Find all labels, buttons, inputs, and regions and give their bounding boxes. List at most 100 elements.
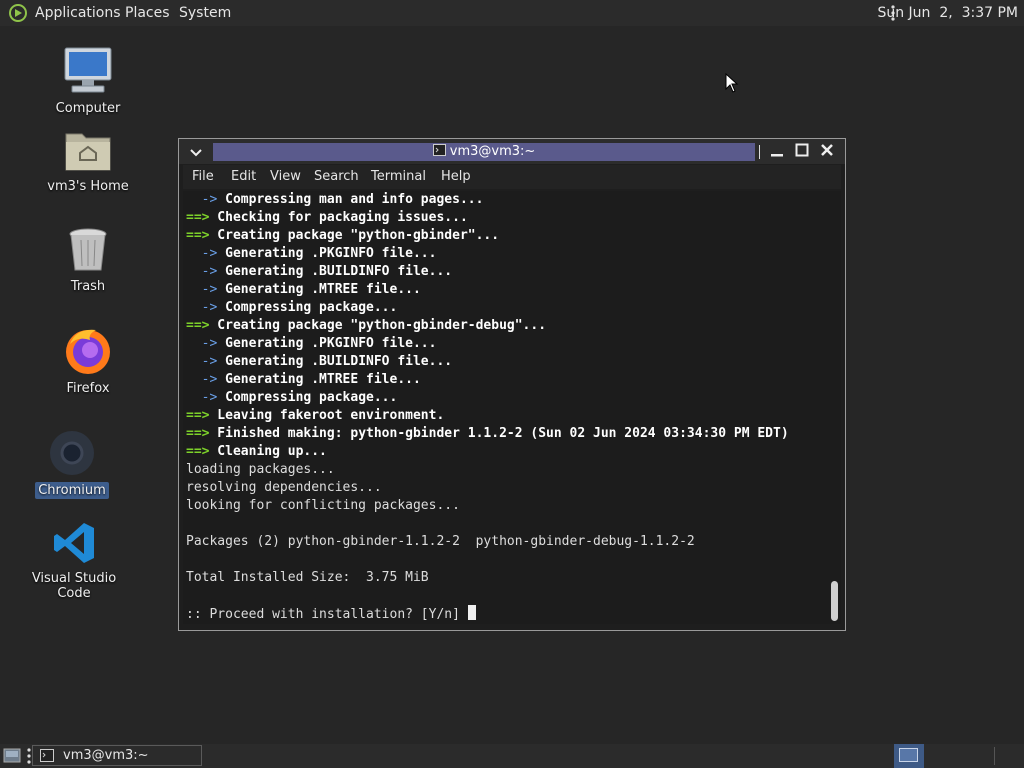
terminal-text: loading packages... [186, 462, 335, 477]
terminal-prefix: -> [186, 372, 218, 387]
desktop-icon-trash[interactable]: Trash [40, 226, 136, 295]
close-button[interactable] [816, 141, 838, 163]
chromium-icon [50, 431, 94, 475]
terminal-line: Total Installed Size: 3.75 MiB [186, 569, 429, 587]
terminal-text: Creating package "python-gbinder"... [209, 228, 500, 243]
terminal-output[interactable]: -> Compressing man and info pages... ==> … [183, 191, 829, 624]
window-menu-button[interactable] [185, 141, 207, 163]
terminal-text: Finished making: python-gbinder 1.1.2-2 … [209, 426, 789, 441]
terminal-line: :: Proceed with installation? [Y/n] [186, 605, 476, 623]
taskbar-task-label: vm3@vm3:~ [63, 748, 149, 763]
workspace-switcher[interactable] [894, 744, 924, 768]
menu-places[interactable]: Places [125, 0, 170, 26]
terminal-text: Checking for packaging issues... [209, 210, 468, 225]
terminal-prefix: -> [186, 282, 218, 297]
terminal-prefix: ==> [186, 426, 210, 441]
terminal-line: resolving dependencies... [186, 479, 382, 497]
close-icon [821, 144, 833, 156]
desktop-icon-chromium[interactable]: Chromium [24, 428, 120, 499]
terminal-small-icon [40, 749, 54, 762]
menu-file[interactable]: File [192, 165, 214, 189]
terminal-text: Generating .MTREE file... [217, 282, 421, 297]
terminal-prefix: -> [186, 354, 218, 369]
terminal-line: ==> Finished making: python-gbinder 1.1.… [186, 425, 789, 443]
terminal-text: Cleaning up... [209, 444, 327, 459]
window-title-text: vm3@vm3:~ [449, 144, 536, 159]
gnome-foot-icon[interactable] [8, 3, 28, 23]
menu-edit[interactable]: Edit [231, 165, 256, 189]
minimize-button[interactable] [766, 141, 788, 163]
desktop-icon-vscode[interactable]: Visual Studio Code [12, 520, 136, 602]
terminal-prefix: -> [186, 300, 218, 315]
text-cursor [467, 605, 476, 620]
terminal-prefix: ==> [186, 210, 210, 225]
taskbar-terminal-button[interactable]: vm3@vm3:~ [32, 745, 202, 766]
window-title[interactable]: vm3@vm3:~ [213, 143, 755, 161]
terminal-line: -> Generating .MTREE file... [186, 371, 421, 389]
vscode-icon [54, 523, 94, 563]
terminal-line: -> Generating .BUILDINFO file... [186, 263, 452, 281]
terminal-prefix: -> [186, 336, 218, 351]
maximize-icon [795, 143, 809, 157]
terminal-text: Generating .BUILDINFO file... [217, 354, 453, 369]
desktop-icon-label: Firefox [66, 381, 110, 396]
terminal-line: ==> Checking for packaging issues... [186, 209, 468, 227]
desktop-icon-firefox[interactable]: Firefox [40, 324, 136, 397]
terminal-text: Total Installed Size: 3.75 MiB [186, 570, 429, 585]
menu-search[interactable]: Search [314, 165, 359, 189]
show-desktop-icon[interactable] [3, 747, 21, 764]
menu-system[interactable]: System [179, 0, 231, 26]
maximize-button[interactable] [791, 141, 813, 163]
terminal-line: Packages (2) python-gbinder-1.1.2-2 pyth… [186, 533, 695, 551]
terminal-text: Generating .PKGINFO file... [217, 246, 437, 261]
terminal-prefix: -> [186, 264, 218, 279]
terminal-prefix: ==> [186, 228, 210, 243]
terminal-line: ==> Creating package "python-gbinder-deb… [186, 317, 546, 335]
terminal-text: Generating .PKGINFO file... [217, 336, 437, 351]
menu-help[interactable]: Help [441, 165, 471, 189]
terminal-line: -> Generating .BUILDINFO file... [186, 353, 452, 371]
terminal-text: resolving dependencies... [186, 480, 382, 495]
terminal-prefix: ==> [186, 318, 210, 333]
terminal-small-icon [432, 144, 446, 156]
terminal-prefix: ==> [186, 408, 210, 423]
scrollbar-thumb[interactable] [831, 581, 838, 621]
terminal-window: vm3@vm3:~ File Edit View Search Terminal… [178, 138, 846, 631]
terminal-line: -> Generating .PKGINFO file... [186, 335, 437, 353]
firefox-icon [66, 329, 110, 374]
desktop-icon-computer[interactable]: Computer [40, 44, 136, 117]
panel-divider [994, 747, 995, 765]
terminal-text: Leaving fakeroot environment. [209, 408, 445, 423]
terminal-text: Compressing package... [217, 390, 398, 405]
terminal-line: -> Generating .PKGINFO file... [186, 245, 437, 263]
menu-view[interactable]: View [270, 165, 301, 189]
desktop-icon-label: vm3's Home [47, 179, 129, 194]
desktop-icon-label: Computer [55, 101, 121, 116]
terminal-line: loading packages... [186, 461, 335, 479]
clock[interactable]: Sun Jun 2, 3:37 PM [877, 0, 1018, 26]
desktop-icon-home[interactable]: vm3's Home [40, 126, 136, 195]
terminal-text: looking for conflicting packages... [186, 498, 460, 513]
terminal-line: ==> Leaving fakeroot environment. [186, 407, 444, 425]
computer-icon [64, 47, 112, 93]
desktop-icon-label: Chromium [35, 482, 109, 499]
terminal-line: -> Compressing package... [186, 389, 398, 407]
terminal-line: -> Generating .MTREE file... [186, 281, 421, 299]
terminal-line: -> Compressing man and info pages... [186, 191, 484, 209]
menu-terminal[interactable]: Terminal [371, 165, 426, 189]
trash-icon [69, 228, 107, 271]
top-panel: Applications Places System Sun Jun 2, 3:… [0, 0, 1024, 26]
panel-handle-icon[interactable] [27, 748, 31, 764]
terminal-scrollbar[interactable] [829, 191, 841, 624]
terminal-line: looking for conflicting packages... [186, 497, 460, 515]
terminal-text: Compressing man and info pages... [217, 192, 484, 207]
desktop-icon-label: Trash [70, 279, 106, 294]
menu-applications[interactable]: Applications [35, 0, 121, 26]
home-folder-icon [65, 133, 111, 171]
terminal-text: :: Proceed with installation? [Y/n] [186, 607, 468, 622]
terminal-line: ==> Creating package "python-gbinder"... [186, 227, 499, 245]
terminal-prefix: -> [186, 246, 218, 261]
mouse-pointer-icon [725, 73, 739, 93]
window-titlebar[interactable]: vm3@vm3:~ [179, 139, 845, 164]
terminal-prefix: ==> [186, 444, 210, 459]
